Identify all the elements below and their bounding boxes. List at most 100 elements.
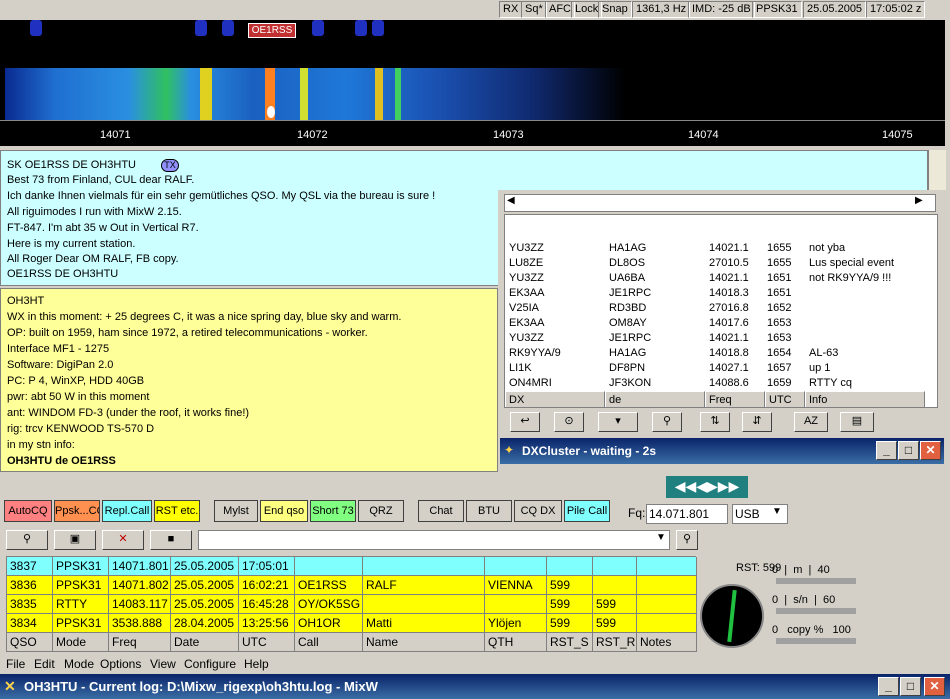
bookmark-marker[interactable] — [30, 20, 42, 36]
col-rst-s[interactable]: RST_S — [547, 633, 593, 652]
bookmark-marker[interactable] — [195, 20, 207, 36]
col-rst-r[interactable]: RST_R — [593, 633, 637, 652]
macro-qrz[interactable]: QRZ — [358, 500, 404, 522]
maximize-button[interactable]: □ — [900, 677, 921, 696]
menu-configure[interactable]: Configure — [184, 657, 236, 671]
col-name[interactable]: Name — [363, 633, 485, 652]
log-row[interactable]: 3834 PPSK31 3538.888 28.04.2005 13:25:56 OH1O… — [7, 614, 697, 633]
chevron-down-icon[interactable]: ▼ — [656, 532, 666, 543]
log-row[interactable]: 3835 RTTY 14083.117 25.05.2005 16:45:28 OY/OK… — [7, 595, 697, 614]
maximize-button[interactable]: □ — [898, 441, 919, 460]
macro-chat[interactable]: Chat — [418, 500, 464, 522]
rx-cursor-marker[interactable] — [267, 106, 275, 118]
menu-edit[interactable]: Edit — [34, 657, 55, 671]
dx-spot-row[interactable]: V25IA RD3BD 27016.8 1652 — [505, 302, 925, 316]
col-freq[interactable]: Freq — [705, 391, 765, 407]
sort-up-icon[interactable]: ⇅ — [700, 412, 730, 432]
macro-mylst[interactable]: Mylst — [214, 500, 258, 522]
menu-view[interactable]: View — [150, 657, 176, 671]
search-icon[interactable]: ⚲ — [6, 530, 48, 550]
macro-ppsk-cq[interactable]: Ppsk...CQ — [54, 500, 100, 522]
col-qso[interactable]: QSO — [7, 633, 53, 652]
dx-spot-row[interactable]: EK3AA JE1RPC 14018.3 1651 — [505, 287, 925, 301]
freq-input[interactable]: 14.071.801 — [646, 504, 728, 524]
col-call[interactable]: Call — [295, 633, 363, 652]
col-de[interactable]: de — [605, 391, 705, 407]
status-imd: IMD: -25 dB — [688, 1, 755, 18]
macro-btu[interactable]: BTU — [466, 500, 512, 522]
save-icon[interactable]: ■ — [150, 530, 192, 550]
log-table[interactable]: QSO Mode Freq Date UTC Call Name QTH RST_S RST_R N… — [6, 556, 697, 652]
col-notes[interactable]: Notes — [637, 633, 697, 652]
menu-file[interactable]: File — [6, 657, 25, 671]
scroll-left-icon[interactable]: ◀ — [507, 195, 515, 206]
freq-tick-label: 14074 — [688, 129, 719, 141]
bookmark-marker[interactable] — [355, 20, 367, 36]
dx-spot-row[interactable]: YU3ZZ HA1AG 14021.1 1655 not yba — [505, 242, 925, 256]
macro-autocq[interactable]: AutoCQ — [4, 500, 52, 522]
status-rx[interactable]: RX — [499, 1, 523, 18]
filter-icon[interactable]: ⚲ — [652, 412, 682, 432]
meter-bar — [776, 638, 856, 644]
delete-icon[interactable]: ✕ — [102, 530, 144, 550]
settings-window-icon[interactable]: ▤ — [840, 412, 874, 432]
col-freq[interactable]: Freq — [109, 633, 171, 652]
log-header[interactable]: QSO Mode Freq Date UTC Call Name QTH RST_S RST_R N… — [7, 633, 697, 652]
status-snap[interactable]: Snap — [598, 1, 632, 18]
bookmark-marker[interactable] — [372, 20, 384, 36]
col-qth[interactable]: QTH — [485, 633, 547, 652]
dx-spot-row[interactable]: YU3ZZ JE1RPC 14021.1 1653 — [505, 332, 925, 346]
col-mode[interactable]: Mode — [53, 633, 109, 652]
log-row[interactable]: 3836 PPSK31 14071.802 25.05.2005 16:02:21 OE1… — [7, 576, 697, 595]
back-arrow-icon[interactable]: ↩ — [510, 412, 540, 432]
macro-end-qso[interactable]: End qso — [260, 500, 308, 522]
dropdown-icon[interactable]: ▾ — [598, 412, 638, 432]
col-dx[interactable]: DX — [505, 391, 605, 407]
dxcluster-icon: ✦ — [504, 443, 515, 457]
connect-icon[interactable]: ⊙ — [554, 412, 584, 432]
col-freq: 14083.117 — [109, 595, 171, 614]
minimize-button[interactable]: _ — [876, 441, 897, 460]
menu-help[interactable]: Help — [244, 657, 269, 671]
macro-short-73[interactable]: Short 73 — [310, 500, 356, 522]
waterfall-display[interactable]: OE1RSS 14071 14072 14073 14074 14075 — [0, 20, 945, 146]
dx-spot-row[interactable]: EK3AA OM8AY 14017.6 1653 — [505, 317, 925, 331]
col-info[interactable]: Info — [805, 391, 925, 407]
macro-cq-dx[interactable]: CQ DX — [514, 500, 562, 522]
close-button[interactable]: ✕ — [924, 677, 945, 696]
close-button[interactable]: ✕ — [920, 441, 941, 460]
log-row[interactable]: 3837 PPSK31 14071.801 25.05.2005 17:05:01 — [7, 557, 697, 576]
status-squelch[interactable]: Sq* — [521, 1, 547, 18]
dx-hscrollbar[interactable]: ◀ ▶ — [504, 194, 936, 212]
col-utc[interactable]: UTC — [765, 391, 805, 407]
menu-mode[interactable]: Mode — [64, 657, 94, 671]
macro-repl-call[interactable]: Repl.Call — [102, 500, 152, 522]
dx-spot-row[interactable]: YU3ZZ UA6BA 14021.1 1651 not RK9YYA/9 !!! — [505, 272, 925, 286]
edit-icon[interactable]: ▣ — [54, 530, 96, 550]
bookmark-marker[interactable] — [222, 20, 234, 36]
dx-spot-row[interactable]: ON4MRI JF3KON 14088.6 1659 RTTY cq — [505, 377, 925, 391]
col-date[interactable]: Date — [171, 633, 239, 652]
sort-down-icon[interactable]: ⇵ — [742, 412, 772, 432]
rx-line: PC: P 4, WinXP, HDD 40GB — [7, 375, 145, 387]
scroll-right-icon[interactable]: ▶ — [915, 195, 923, 206]
receive-text-panel[interactable]: OH3HT WX in this moment: + 25 degrees C,… — [0, 288, 498, 472]
tune-arrows-control[interactable]: ◀◀◀▶▶▶ — [666, 476, 748, 498]
chevron-down-icon[interactable]: ▼ — [772, 506, 782, 517]
minimize-button[interactable]: _ — [878, 677, 899, 696]
log-filter-input[interactable] — [198, 530, 670, 550]
pin-icon[interactable]: ⚲ — [676, 530, 698, 550]
menu-options[interactable]: Options — [100, 657, 141, 671]
dx-spot-list[interactable]: DX de Freq UTC Info ON4MRI JF3KON 14088.6 1… — [504, 214, 938, 408]
callsign-tag[interactable]: OE1RSS — [248, 23, 296, 38]
macro-rst[interactable]: RST etc. — [154, 500, 200, 522]
col-utc[interactable]: UTC — [239, 633, 295, 652]
bookmark-marker[interactable] — [312, 20, 324, 36]
sort-alpha-icon[interactable]: AZ — [794, 412, 828, 432]
dx-freq: 14088.6 — [709, 377, 749, 389]
dx-spot-row[interactable]: LI1K DF8PN 14027.1 1657 up 1 — [505, 362, 925, 376]
dx-spot-row[interactable]: LU8ZE DL8OS 27010.5 1655 Lus special event — [505, 257, 925, 271]
tx-line: FT-847. I'm abt 35 w Out in Vertical R7. — [7, 222, 199, 234]
dx-spot-row[interactable]: RK9YYA/9 HA1AG 14018.8 1654 AL-63 — [505, 347, 925, 361]
macro-pile-call[interactable]: Pile Call — [564, 500, 610, 522]
